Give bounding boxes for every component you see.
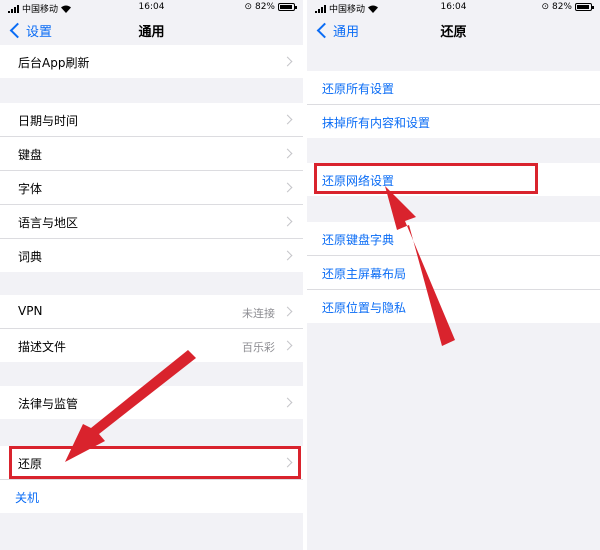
reset-home-layout-button[interactable]: 还原主屏幕布局 (307, 256, 600, 290)
reset-screen: 中国移动 16:04 ⊙ 82% 通用 还原 还原所有设置 抹掉所有内容和设置 … (307, 0, 600, 550)
chevron-right-icon (282, 182, 293, 193)
settings-group: 后台App刷新 (0, 45, 303, 78)
battery-percent: 82% (254, 2, 275, 12)
settings-row-keyboard[interactable]: 键盘 (0, 137, 303, 171)
chevron-right-icon (282, 306, 293, 317)
row-value: 未连接 (242, 307, 275, 320)
settings-row-dictionary[interactable]: 词典 (0, 239, 303, 272)
settings-row-legal[interactable]: 法律与监管 (0, 386, 303, 419)
settings-row-vpn[interactable]: VPN 未连接 (0, 295, 303, 329)
row-label: 后台App刷新 (18, 56, 90, 70)
chevron-right-icon (282, 250, 293, 261)
settings-group: VPN 未连接 描述文件 百乐彩 (0, 295, 303, 362)
row-label: 法律与监管 (18, 397, 79, 411)
nav-bar: 设置 通用 (0, 14, 303, 44)
row-label: 日期与时间 (18, 114, 79, 128)
settings-row-fonts[interactable]: 字体 (0, 171, 303, 205)
row-label: 描述文件 (18, 340, 67, 354)
page-title: 通用 (138, 25, 165, 40)
alarm-icon: ⊙ (244, 2, 252, 12)
status-bar: 中国移动 16:04 ⊙ 82% (0, 0, 303, 15)
row-value: 百乐彩 (242, 341, 275, 354)
chevron-right-icon (282, 148, 293, 159)
row-label: 键盘 (18, 148, 43, 162)
general-settings-screen: 中国移动 16:04 ⊙ 82% 设置 通用 后台App刷新 日期与时间 键盘 (0, 0, 303, 550)
row-label: 还原所有设置 (322, 82, 395, 96)
settings-row-date-time[interactable]: 日期与时间 (0, 103, 303, 137)
chevron-right-icon (282, 114, 293, 125)
settings-row-profile[interactable]: 描述文件 百乐彩 (0, 329, 303, 362)
chevron-right-icon (282, 340, 293, 351)
row-label: 还原 (18, 457, 43, 471)
battery-percent: 82% (551, 2, 572, 12)
settings-row-reset[interactable]: 还原 (0, 446, 303, 480)
row-label: 词典 (18, 250, 43, 264)
row-label: 还原位置与隐私 (322, 301, 407, 315)
row-label: 还原主屏幕布局 (322, 267, 407, 281)
row-label: 关机 (15, 491, 40, 505)
battery-icon (575, 3, 594, 11)
battery-icon (278, 3, 297, 11)
page-title: 还原 (440, 25, 467, 40)
row-label: 还原网络设置 (322, 174, 395, 188)
chevron-right-icon (282, 56, 293, 67)
settings-group: 还原 关机 (0, 446, 303, 513)
row-label: 抹掉所有内容和设置 (322, 116, 431, 130)
chevron-right-icon (282, 457, 293, 468)
row-label: 语言与地区 (18, 216, 79, 230)
settings-group: 还原网络设置 (307, 163, 600, 196)
row-label: 还原键盘字典 (322, 233, 395, 247)
alarm-icon: ⊙ (541, 2, 549, 12)
nav-bar: 通用 还原 (307, 14, 600, 44)
reset-network-settings-button[interactable]: 还原网络设置 (307, 163, 600, 196)
settings-group: 还原键盘字典 还原主屏幕布局 还原位置与隐私 (307, 222, 600, 323)
settings-group: 还原所有设置 抹掉所有内容和设置 (307, 71, 600, 138)
reset-keyboard-dictionary-button[interactable]: 还原键盘字典 (307, 222, 600, 256)
chevron-right-icon (282, 397, 293, 408)
settings-row-language-region[interactable]: 语言与地区 (0, 205, 303, 239)
erase-all-content-button[interactable]: 抹掉所有内容和设置 (307, 105, 600, 138)
status-bar: 中国移动 16:04 ⊙ 82% (307, 0, 600, 15)
reset-location-privacy-button[interactable]: 还原位置与隐私 (307, 290, 600, 323)
reset-all-settings-button[interactable]: 还原所有设置 (307, 71, 600, 105)
row-label: 字体 (18, 182, 43, 196)
settings-row-background-refresh[interactable]: 后台App刷新 (0, 45, 303, 78)
row-label: VPN (18, 304, 43, 318)
chevron-right-icon (282, 216, 293, 227)
settings-group: 日期与时间 键盘 字体 语言与地区 词典 (0, 103, 303, 272)
settings-group: 法律与监管 (0, 386, 303, 419)
shutdown-button[interactable]: 关机 (0, 480, 303, 513)
